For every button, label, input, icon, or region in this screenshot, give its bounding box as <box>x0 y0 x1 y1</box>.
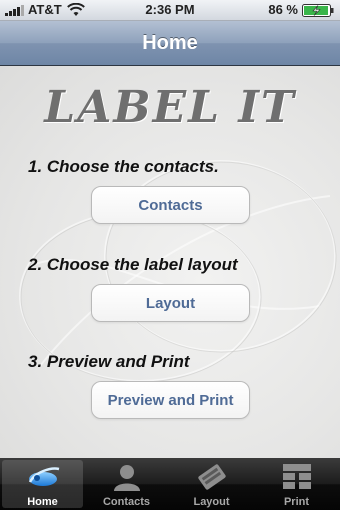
tab-print-label: Print <box>283 496 310 508</box>
tab-layout[interactable]: Layout <box>171 460 252 508</box>
preview-and-print-button[interactable]: Preview and Print <box>91 381 250 419</box>
battery-charging-icon <box>302 4 334 17</box>
tab-contacts-label: Contacts <box>102 496 151 508</box>
step-2-label: 2. Choose the label layout <box>28 255 238 274</box>
step-1-label: 1. Choose the contacts. <box>28 157 219 176</box>
tab-home[interactable]: Home <box>2 460 83 508</box>
tab-layout-label: Layout <box>193 496 230 508</box>
print-icon <box>283 464 311 489</box>
main-content: LABEL IT 1. Choose the contacts. Contact… <box>0 66 340 458</box>
app-logo: LABEL IT <box>44 82 296 133</box>
tab-print[interactable]: Print <box>256 460 337 508</box>
page-title: Home <box>142 32 198 54</box>
tab-bar: Home Contacts Layout Print <box>0 458 340 510</box>
contacts-button[interactable]: Contacts <box>91 186 250 224</box>
step-3-label: 3. Preview and Print <box>28 352 190 371</box>
contacts-icon <box>114 465 140 491</box>
home-icon <box>28 467 60 486</box>
battery-percentage: 86 % <box>268 2 298 17</box>
layout-icon <box>198 464 226 490</box>
layout-button[interactable]: Layout <box>91 284 250 322</box>
tab-home-label: Home <box>27 496 58 508</box>
tab-contacts[interactable]: Contacts <box>86 460 167 508</box>
status-bar: AT&T 2:36 PM 86 % <box>0 0 340 21</box>
navigation-bar: Home <box>0 21 340 66</box>
